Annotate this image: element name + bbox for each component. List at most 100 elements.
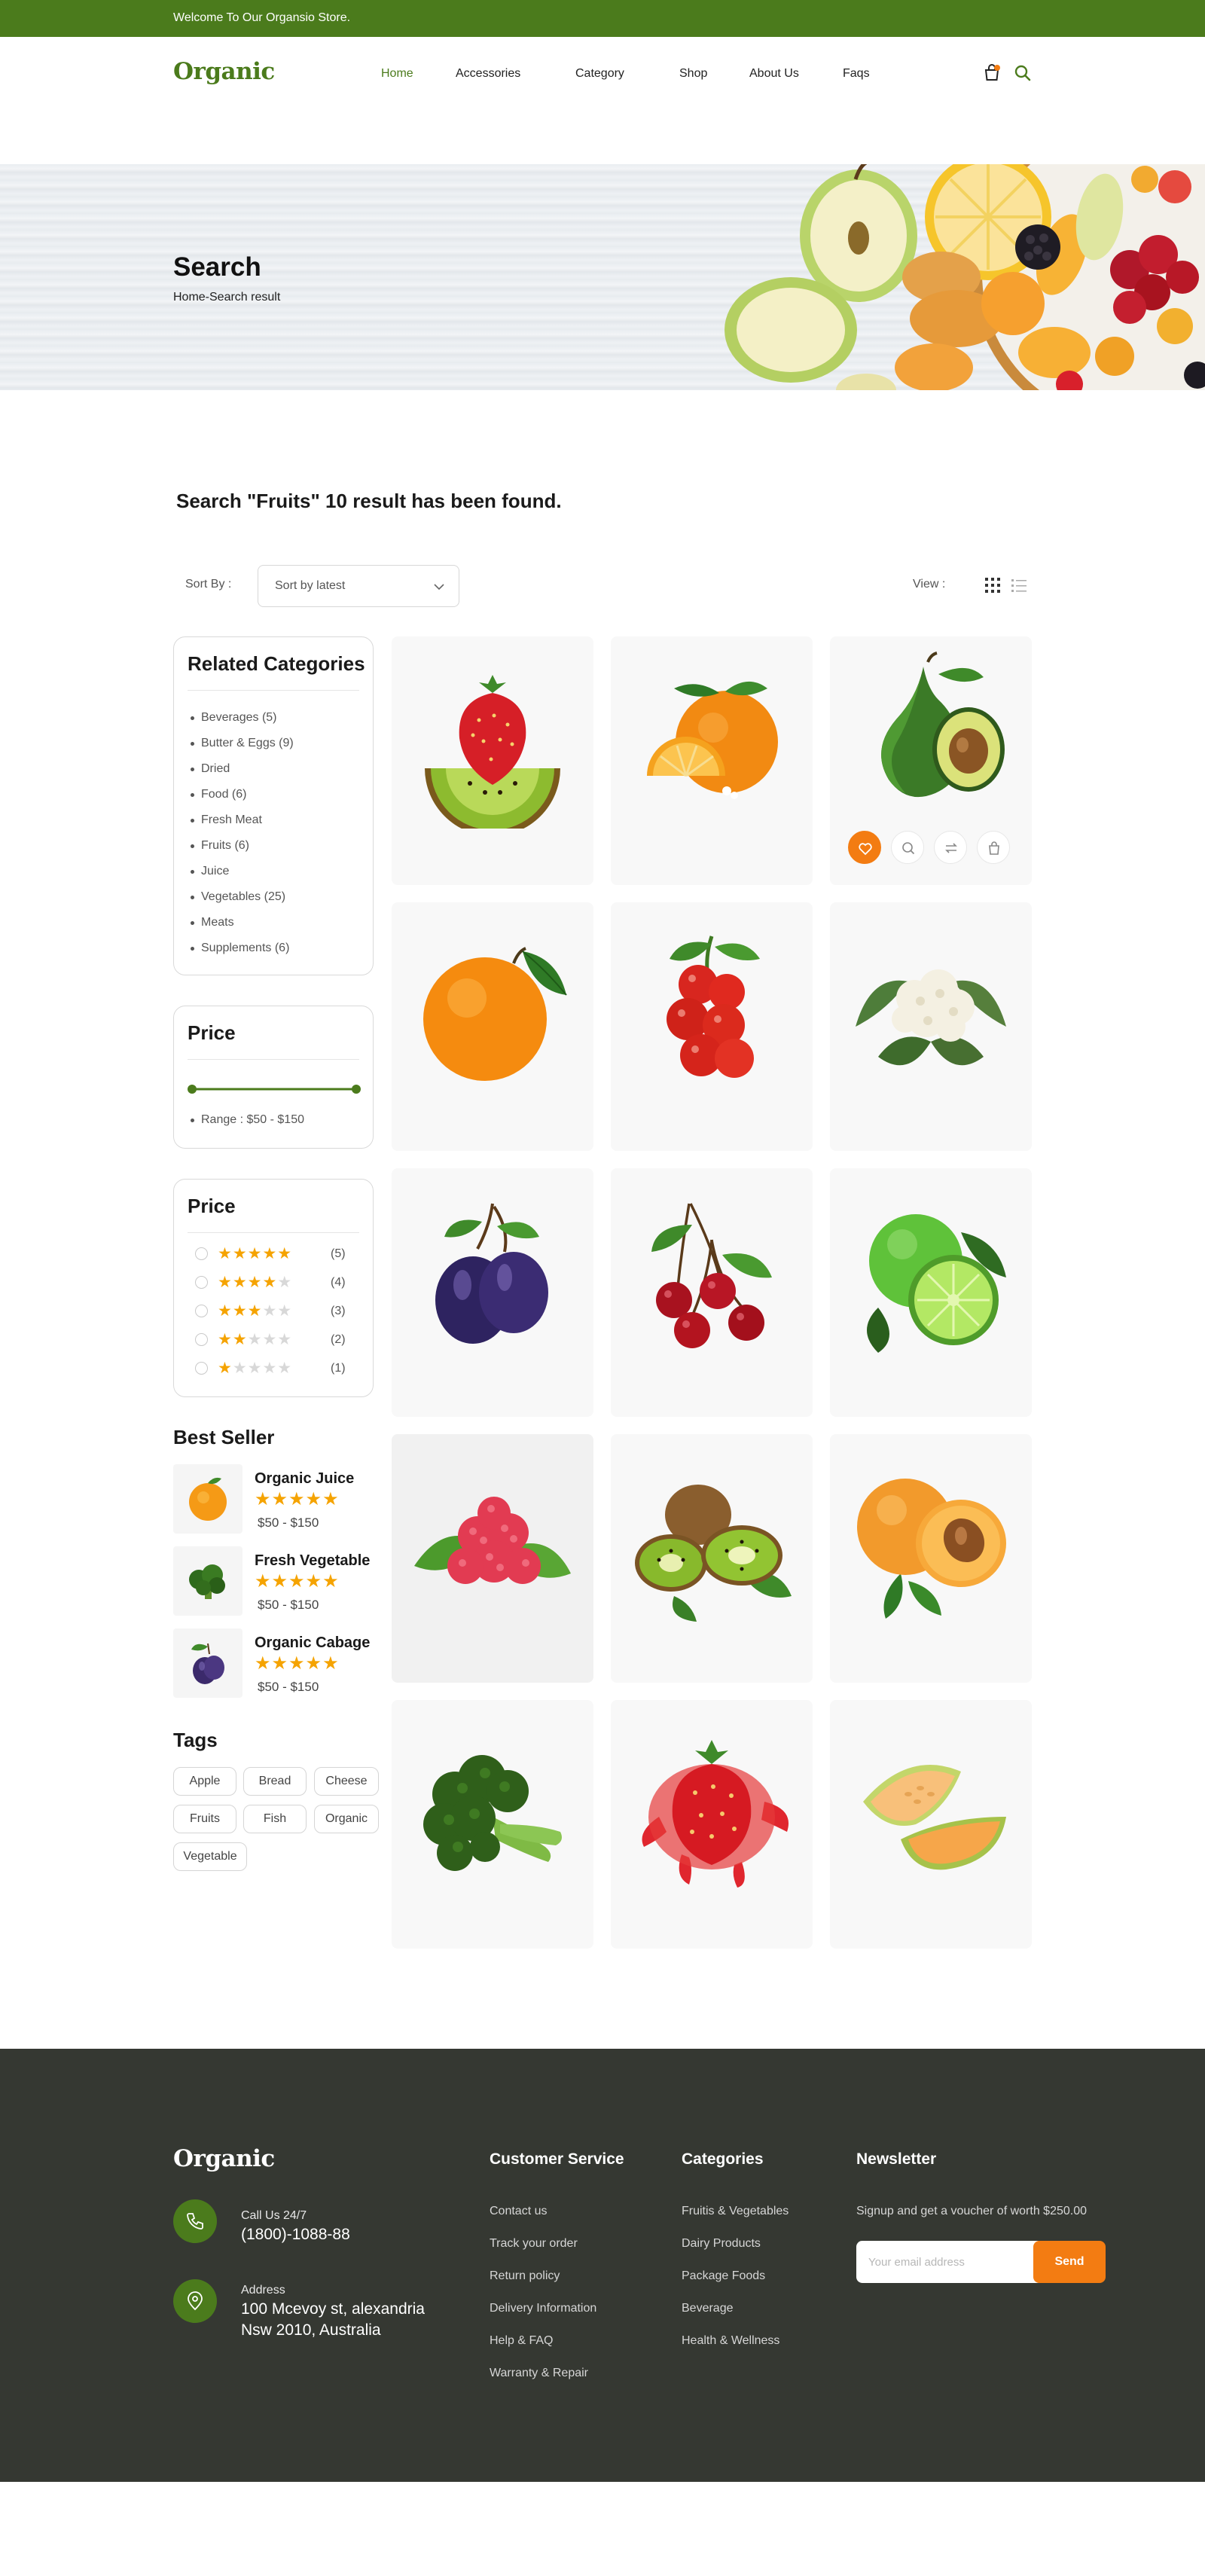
footer-link[interactable]: Warranty & Repair	[490, 2367, 588, 2380]
site-footer: Organic Call Us 24/7 (1800)-1088-88 Addr…	[0, 2049, 1205, 2482]
best-seller-item[interactable]: Organic Juice ★★★★★ $50 - $150	[173, 1463, 384, 1535]
product-card[interactable]	[392, 636, 593, 885]
category-item[interactable]: Dried	[190, 762, 230, 776]
footer-link[interactable]: Contact us	[490, 2205, 547, 2218]
footer-link[interactable]: Help & FAQ	[490, 2334, 553, 2348]
product-card[interactable]	[392, 1168, 593, 1417]
welcome-text: Welcome To Our Organsio Store.	[173, 11, 351, 24]
address-line-1: 100 Mcevoy st, alexandria	[241, 2300, 425, 2318]
nav-shop[interactable]: Shop	[679, 67, 707, 81]
product-card[interactable]	[830, 1168, 1032, 1417]
best-seller-item[interactable]: Fresh Vegetable ★★★★★ $50 - $150	[173, 1545, 384, 1617]
related-categories-box: Related Categories Beverages (5) Butter …	[173, 636, 374, 975]
divider	[188, 690, 359, 691]
heart-icon	[859, 843, 872, 856]
star-rating: ★★★★★	[218, 1302, 293, 1320]
page-banner: Search Home-Search result	[0, 164, 1205, 390]
phone-number[interactable]: (1800)-1088-88	[241, 2224, 350, 2245]
customer-service-title: Customer Service	[490, 2150, 624, 2168]
nav-about-us[interactable]: About Us	[749, 67, 799, 81]
category-item[interactable]: Fresh Meat	[191, 813, 262, 827]
compare-icon	[945, 843, 957, 853]
radio-button[interactable]	[195, 1333, 208, 1346]
product-name: Organic Cabage	[255, 1634, 371, 1651]
grid-view-icon[interactable]	[983, 575, 1002, 595]
sort-select[interactable]: Sort by latest	[258, 565, 459, 607]
radio-button[interactable]	[195, 1305, 208, 1317]
radio-button[interactable]	[195, 1276, 208, 1289]
product-card[interactable]	[830, 1434, 1032, 1683]
quick-view-button[interactable]	[891, 831, 924, 864]
category-item[interactable]: Beverages (5)	[191, 711, 277, 725]
footer-link[interactable]: Package Foods	[682, 2269, 765, 2283]
product-card[interactable]	[392, 1434, 593, 1683]
footer-logo[interactable]: Organic	[173, 2145, 275, 2172]
product-card[interactable]	[611, 902, 813, 1151]
search-result-heading: Search "Fruits" 10 result has been found…	[176, 490, 562, 512]
category-item[interactable]: Juice	[190, 865, 229, 878]
newsletter-email-input[interactable]	[856, 2241, 1039, 2283]
footer-link[interactable]: Fruitis & Vegetables	[682, 2205, 789, 2218]
price-range-slider[interactable]	[188, 1082, 361, 1097]
product-card[interactable]	[830, 1700, 1032, 1949]
nav-faqs[interactable]: Faqs	[843, 67, 870, 81]
nav-home[interactable]: Home	[381, 67, 413, 81]
sort-selected-value: Sort by latest	[275, 579, 346, 592]
chevron-down-icon	[434, 584, 444, 591]
product-card[interactable]	[830, 636, 1032, 885]
product-card[interactable]	[392, 902, 593, 1151]
product-card[interactable]	[611, 1168, 813, 1417]
search-icon[interactable]	[1012, 63, 1033, 84]
footer-link[interactable]: Delivery Information	[490, 2302, 596, 2315]
star-rating: ★★★★★	[218, 1331, 293, 1348]
nav-category[interactable]: Category	[575, 67, 624, 81]
divider	[188, 1232, 359, 1233]
product-image-apricots	[857, 1479, 1006, 1619]
product-card[interactable]	[830, 902, 1032, 1151]
radio-button[interactable]	[195, 1247, 208, 1260]
breadcrumb[interactable]: Home-Search result	[173, 291, 280, 304]
product-card[interactable]	[392, 1700, 593, 1949]
category-item[interactable]: Fruits (6)	[191, 839, 249, 853]
category-item[interactable]: Food (6)	[190, 788, 246, 801]
footer-link[interactable]: Return policy	[490, 2269, 560, 2283]
list-view-icon[interactable]	[1009, 575, 1029, 595]
product-image-strawberry-splash	[642, 1740, 789, 1888]
product-card[interactable]	[611, 1434, 813, 1683]
tag-cheese[interactable]: Cheese	[314, 1767, 379, 1796]
category-item[interactable]: Vegetables (25)	[190, 890, 285, 904]
location-icon-circle	[173, 2279, 217, 2323]
product-card[interactable]	[611, 636, 813, 885]
best-seller-item[interactable]: Organic Cabage ★★★★★ $50 - $150	[173, 1627, 384, 1699]
shopping-bag-icon[interactable]	[981, 63, 1002, 84]
nav-accessories[interactable]: Accessories	[456, 67, 520, 81]
star-rating: ★★★★★	[255, 1571, 340, 1592]
tag-fish[interactable]: Fish	[243, 1805, 307, 1833]
wishlist-button[interactable]	[848, 831, 881, 864]
compare-button[interactable]	[934, 831, 967, 864]
product-price: $50 - $150	[258, 1680, 319, 1694]
footer-categories-title: Categories	[682, 2150, 764, 2168]
category-item[interactable]: Meats	[191, 916, 234, 929]
rating-count: (2)	[331, 1333, 346, 1346]
radio-button[interactable]	[195, 1362, 208, 1375]
tag-apple[interactable]: Apple	[173, 1767, 236, 1796]
tag-vegetable[interactable]: Vegetable	[173, 1842, 247, 1871]
product-card[interactable]	[611, 1700, 813, 1949]
newsletter-send-button[interactable]: Send	[1033, 2241, 1106, 2283]
tag-bread[interactable]: Bread	[243, 1767, 307, 1796]
logo[interactable]: Organic	[173, 58, 275, 85]
footer-link[interactable]: Beverage	[682, 2302, 734, 2315]
star-rating: ★★★★★	[218, 1360, 293, 1377]
product-image-orange-slices	[647, 681, 778, 799]
address-line-2: Nsw 2010, Australia	[241, 2321, 381, 2339]
tag-fruits[interactable]: Fruits	[173, 1805, 236, 1833]
tag-organic[interactable]: Organic	[314, 1805, 379, 1833]
footer-link[interactable]: Track your order	[490, 2237, 578, 2251]
category-item[interactable]: Butter & Eggs (9)	[191, 737, 294, 750]
add-to-cart-button[interactable]	[977, 831, 1010, 864]
footer-link[interactable]: Dairy Products	[682, 2237, 761, 2251]
footer-link[interactable]: Health & Wellness	[682, 2334, 779, 2348]
category-item[interactable]: Supplements (6)	[190, 942, 289, 955]
rating-filter-box: Price ★★★★★ (5) ★★★★★ (4) ★★★★★ (3) ★★★★…	[173, 1179, 374, 1397]
